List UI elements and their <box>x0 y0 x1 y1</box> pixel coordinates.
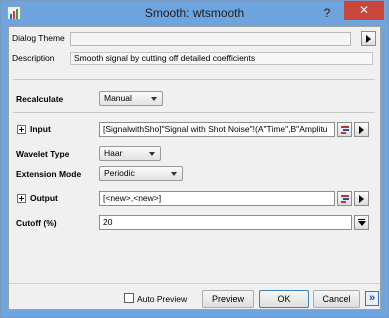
input-expand-toggle[interactable] <box>17 125 26 134</box>
triangle-right-icon <box>359 195 364 203</box>
theme-menu-button[interactable] <box>361 31 376 46</box>
input-menu-button[interactable] <box>354 122 369 137</box>
extension-mode-value: Periodic <box>104 168 135 178</box>
cutoff-input[interactable]: 20 <box>99 215 352 230</box>
wavelet-type-label: Wavelet Type <box>16 149 70 159</box>
output-expand-toggle[interactable] <box>17 194 26 203</box>
description-label: Description <box>12 53 55 63</box>
recalculate-select[interactable]: Manual <box>99 91 163 106</box>
output-data-picker-button[interactable] <box>337 191 352 206</box>
dialog-window: Smooth: wtsmooth ? ✕ Dialog Theme Descri… <box>0 0 389 318</box>
data-selector-icon <box>341 125 349 135</box>
chevron-down-icon <box>149 152 155 156</box>
dialog-theme-label: Dialog Theme <box>12 33 65 43</box>
cutoff-dropdown-button[interactable] <box>354 215 369 230</box>
wavelet-type-value: Haar <box>104 148 123 158</box>
help-button[interactable]: ? <box>317 5 337 21</box>
chevron-down-icon <box>171 172 177 176</box>
input-data-picker-button[interactable] <box>337 122 352 137</box>
recalculate-label: Recalculate <box>16 94 64 104</box>
extension-mode-label: Extension Mode <box>16 169 82 179</box>
data-selector-icon <box>341 194 349 204</box>
triangle-down-icon <box>358 221 366 226</box>
output-label: Output <box>30 193 58 203</box>
output-menu-button[interactable] <box>354 191 369 206</box>
footer-separator <box>9 283 380 284</box>
input-label: Input <box>30 124 51 134</box>
dialog-body: Dialog Theme Description Smooth signal b… <box>8 26 381 310</box>
recalculate-value: Manual <box>104 93 132 103</box>
cutoff-label: Cutoff (%) <box>16 218 57 228</box>
triangle-right-icon <box>366 35 371 43</box>
auto-preview-checkbox[interactable] <box>124 293 134 303</box>
divider <box>13 79 375 80</box>
preview-button[interactable]: Preview <box>202 290 254 308</box>
dialog-theme-field[interactable] <box>70 32 351 46</box>
wavelet-type-select[interactable]: Haar <box>99 146 161 161</box>
ok-button[interactable]: OK <box>259 290 309 308</box>
expand-dialog-button[interactable]: » <box>365 291 379 306</box>
chevron-down-icon <box>151 97 157 101</box>
divider <box>13 112 375 113</box>
triangle-right-icon <box>359 126 364 134</box>
description-text: Smooth signal by cutting off detailed co… <box>70 52 373 65</box>
dropdown-bar-icon <box>358 219 365 220</box>
output-range-field[interactable]: [<new>,<new>] <box>99 191 335 206</box>
title-bar[interactable]: Smooth: wtsmooth ? ✕ <box>1 1 388 26</box>
close-button[interactable]: ✕ <box>344 1 384 20</box>
input-range-field[interactable]: [SignalwithSho]"Signal with Shot Noise"!… <box>99 122 335 137</box>
extension-mode-select[interactable]: Periodic <box>99 166 183 181</box>
auto-preview-label: Auto Preview <box>137 294 188 304</box>
cancel-button[interactable]: Cancel <box>313 290 360 308</box>
